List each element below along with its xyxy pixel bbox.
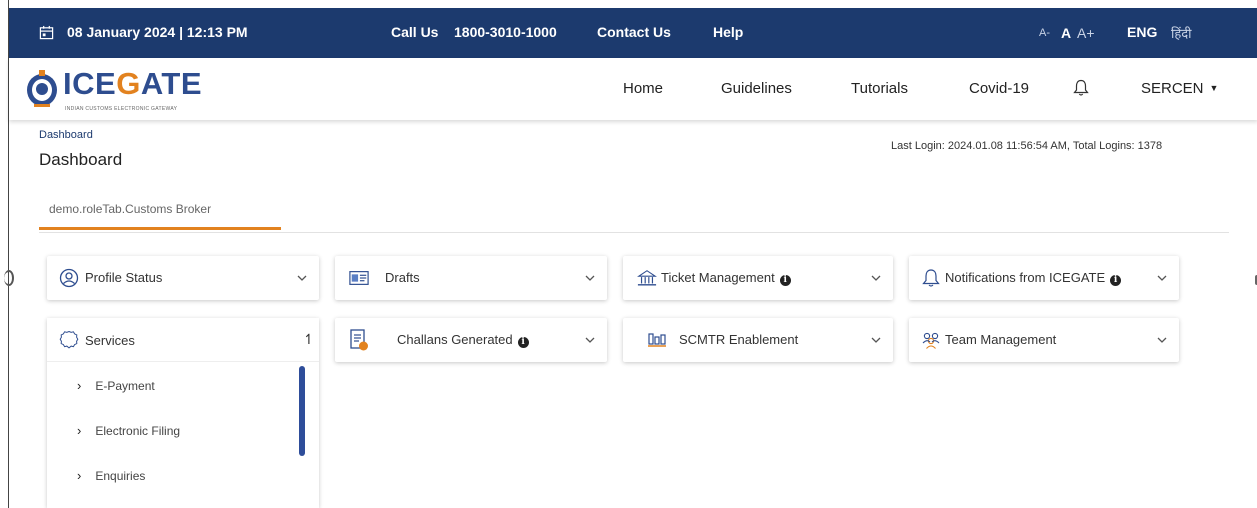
app-frame: 08 January 2024 | 12:13 PM Call Us 1800-…: [4, 0, 1257, 508]
caret-down-icon: ▼: [1209, 83, 1219, 93]
icegate-logo[interactable]: ICEGATE INDIAN CUSTOMS ELECTRONIC GATEWA…: [25, 64, 215, 116]
nav-covid[interactable]: Covid-19: [969, 80, 1029, 97]
card-label: SCMTR Enablement: [679, 332, 799, 347]
service-item-epayment[interactable]: › E-Payment: [77, 378, 155, 393]
card-ticket-management[interactable]: Ticket Management i: [623, 256, 893, 300]
card-profile-status[interactable]: Profile Status: [47, 256, 319, 300]
collapse-icon[interactable]: ↿: [303, 331, 315, 348]
chevron-down-icon: [585, 275, 595, 281]
chevron-down-icon: [1157, 337, 1167, 343]
card-challans-generated[interactable]: Challans Generated i: [335, 318, 607, 362]
chevron-down-icon: [585, 337, 595, 343]
card-drafts[interactable]: Drafts: [335, 256, 607, 300]
font-normal-button[interactable]: A: [1061, 25, 1071, 41]
chevron-right-icon: ›: [77, 378, 82, 393]
card-notifications[interactable]: Notifications from ICEGATE i: [909, 256, 1179, 300]
services-scrollbar[interactable]: [299, 366, 305, 456]
logo-wordmark: ICEGATE: [63, 66, 203, 101]
user-circle-icon: [59, 268, 79, 288]
current-datetime: 08 January 2024 | 12:13 PM: [67, 24, 248, 40]
card-label: Team Management: [945, 332, 1057, 347]
card-label: Challans Generated i: [397, 332, 529, 348]
card-scmtr-enablement[interactable]: SCMTR Enablement: [623, 318, 893, 362]
phone-number[interactable]: 1800-3010-1000: [454, 24, 557, 40]
chevron-down-icon: [1157, 275, 1167, 281]
drafts-icon: [349, 271, 369, 285]
calendar-icon: [39, 25, 54, 40]
card-label: Profile Status: [85, 270, 163, 285]
services-gear-icon: [59, 330, 79, 349]
user-name: SERCEN: [1141, 80, 1204, 97]
chevron-down-icon: [871, 275, 881, 281]
main-navbar: ICEGATE INDIAN CUSTOMS ELECTRONIC GATEWA…: [9, 58, 1257, 120]
building-icon: [637, 270, 657, 286]
services-panel: Services ↿ › E-Payment › Electronic Filing…: [47, 318, 319, 508]
carousel-left-edge: [4, 270, 14, 286]
font-decrease-button[interactable]: A-: [1039, 27, 1050, 39]
team-icon: [922, 332, 940, 349]
contact-us-link[interactable]: Contact Us: [597, 24, 671, 40]
chevron-right-icon: ›: [77, 423, 82, 438]
card-label: Notifications from ICEGATE i: [945, 270, 1122, 286]
info-icon[interactable]: i: [779, 275, 791, 286]
service-item-enquiries[interactable]: › Enquiries: [77, 468, 145, 483]
tab-label: demo.roleTab.Customs Broker: [49, 202, 212, 216]
language-english-button[interactable]: ENG: [1127, 24, 1157, 40]
user-menu[interactable]: SERCEN ▼: [1141, 80, 1218, 97]
tab-divider: [39, 232, 1229, 233]
card-label: Drafts: [385, 270, 420, 285]
info-icon[interactable]: i: [1110, 275, 1122, 286]
services-title: Services: [85, 333, 135, 348]
last-login-info: Last Login: 2024.01.08 11:56:54 AM, Tota…: [891, 140, 1163, 152]
chevron-right-icon: ›: [77, 468, 82, 483]
logo-tagline: INDIAN CUSTOMS ELECTRONIC GATEWAY: [65, 106, 178, 112]
bell-icon: [922, 269, 940, 287]
tab-customs-broker[interactable]: demo.roleTab.Customs Broker: [39, 200, 281, 230]
port-icon: [648, 333, 666, 347]
chevron-down-icon: [297, 275, 307, 281]
help-link[interactable]: Help: [713, 24, 743, 40]
card-team-management[interactable]: Team Management: [909, 318, 1179, 362]
bell-icon[interactable]: [1073, 79, 1089, 97]
nav-guidelines[interactable]: Guidelines: [721, 80, 792, 97]
nav-home[interactable]: Home: [623, 80, 663, 97]
service-item-electronic-filing[interactable]: › Electronic Filing: [77, 423, 180, 438]
chevron-down-icon: [871, 337, 881, 343]
card-label: Ticket Management i: [661, 270, 791, 286]
customs-emblem-icon: [27, 70, 57, 107]
info-icon[interactable]: i: [517, 337, 529, 348]
top-info-bar: 08 January 2024 | 12:13 PM Call Us 1800-…: [9, 8, 1257, 58]
call-us-label: Call Us: [391, 24, 439, 40]
nav-tutorials[interactable]: Tutorials: [851, 80, 908, 97]
language-hindi-button[interactable]: हिंदी: [1171, 24, 1192, 42]
services-header[interactable]: Services ↿: [47, 318, 319, 362]
breadcrumb[interactable]: Dashboard: [39, 129, 93, 141]
page-title: Dashboard: [39, 150, 123, 169]
font-increase-button[interactable]: A+: [1077, 25, 1095, 41]
challan-document-icon: [350, 329, 368, 351]
